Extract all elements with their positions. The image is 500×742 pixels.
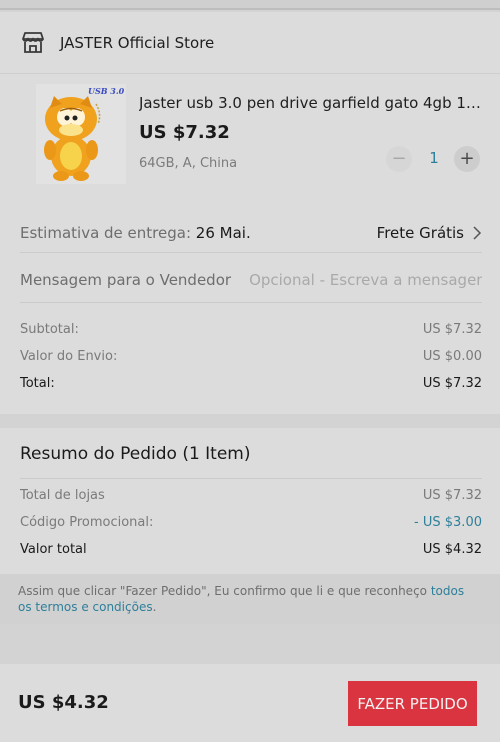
stores-total-row: Total de lojas US $7.32 (20, 488, 482, 503)
delivery-date: 26 Mai. (195, 224, 251, 242)
quantity-stepper: − 1 + (384, 146, 484, 174)
product-variant[interactable]: 64GB, A, China (139, 156, 237, 171)
shipping-option[interactable]: Frete Grátis (377, 224, 482, 242)
delivery-estimate: Estimativa de entrega: 26 Mai. (20, 224, 251, 242)
stores-total-label: Total de lojas (20, 488, 105, 503)
subtotal-label: Subtotal: (20, 322, 79, 337)
top-divider (0, 0, 500, 10)
promo-code-row[interactable]: Código Promocional: - US $3.00 (20, 515, 482, 530)
shipping-cost-value: US $0.00 (422, 349, 482, 364)
stores-total-value: US $7.32 (422, 488, 482, 503)
terms-notice-end: . (152, 600, 157, 614)
divider (20, 478, 482, 479)
shipping-cost-label: Valor do Envio: (20, 349, 118, 364)
decrease-quantity-button[interactable]: − (386, 146, 412, 172)
seller-message-label: Mensagem para o Vendedor (20, 271, 232, 289)
store-total-row: Total: US $7.32 (20, 376, 482, 391)
product-price: US $7.32 (139, 122, 230, 143)
terms-notice-text: Assim que clicar "Fazer Pedido", Eu conf… (18, 584, 431, 598)
seller-message-input[interactable] (249, 271, 482, 289)
terms-notice: Assim que clicar "Fazer Pedido", Eu conf… (0, 574, 500, 624)
order-summary-title: Resumo do Pedido (1 Item) (20, 444, 251, 464)
place-order-button[interactable]: FAZER PEDIDO (348, 681, 477, 726)
delivery-row[interactable]: Estimativa de entrega: 26 Mai. Frete Grá… (20, 220, 482, 246)
store-total-value: US $7.32 (422, 376, 482, 391)
subtotal-row: Subtotal: US $7.32 (20, 322, 482, 337)
thumb-badge: USB 3.0 (88, 86, 125, 96)
chevron-right-icon (473, 226, 482, 240)
promo-code-label: Código Promocional: (20, 515, 154, 530)
order-total-value: US $4.32 (422, 542, 482, 557)
store-card: JASTER Official Store USB 3.0 Jaster usb… (0, 12, 500, 414)
seller-message-row: Mensagem para o Vendedor (20, 268, 482, 292)
increase-quantity-button[interactable]: + (454, 146, 480, 172)
product-thumbnail[interactable]: USB 3.0 (36, 84, 126, 184)
store-header[interactable]: JASTER Official Store (0, 12, 500, 74)
store-total-label: Total: (20, 376, 55, 391)
subtotal-value: US $7.32 (422, 322, 482, 337)
delivery-label: Estimativa de entrega: (20, 224, 191, 242)
promo-code-value: - US $3.00 (414, 515, 482, 530)
shipping-option-label: Frete Grátis (376, 224, 464, 242)
grand-total: US $4.32 (18, 692, 109, 713)
divider (20, 302, 482, 303)
checkout-bar: US $4.32 FAZER PEDIDO (0, 664, 500, 742)
shipping-cost-row: Valor do Envio: US $0.00 (20, 349, 482, 364)
order-total-label: Valor total (20, 542, 87, 557)
product-item: USB 3.0 Jaster usb 3.0 pen drive garfiel… (0, 74, 500, 204)
divider (20, 252, 482, 253)
order-total-row: Valor total US $4.32 (20, 542, 482, 557)
quantity-value[interactable]: 1 (424, 149, 444, 167)
store-name[interactable]: JASTER Official Store (60, 34, 214, 52)
store-icon (22, 31, 44, 53)
product-title[interactable]: Jaster usb 3.0 pen drive garfield gato 4… (139, 94, 484, 112)
